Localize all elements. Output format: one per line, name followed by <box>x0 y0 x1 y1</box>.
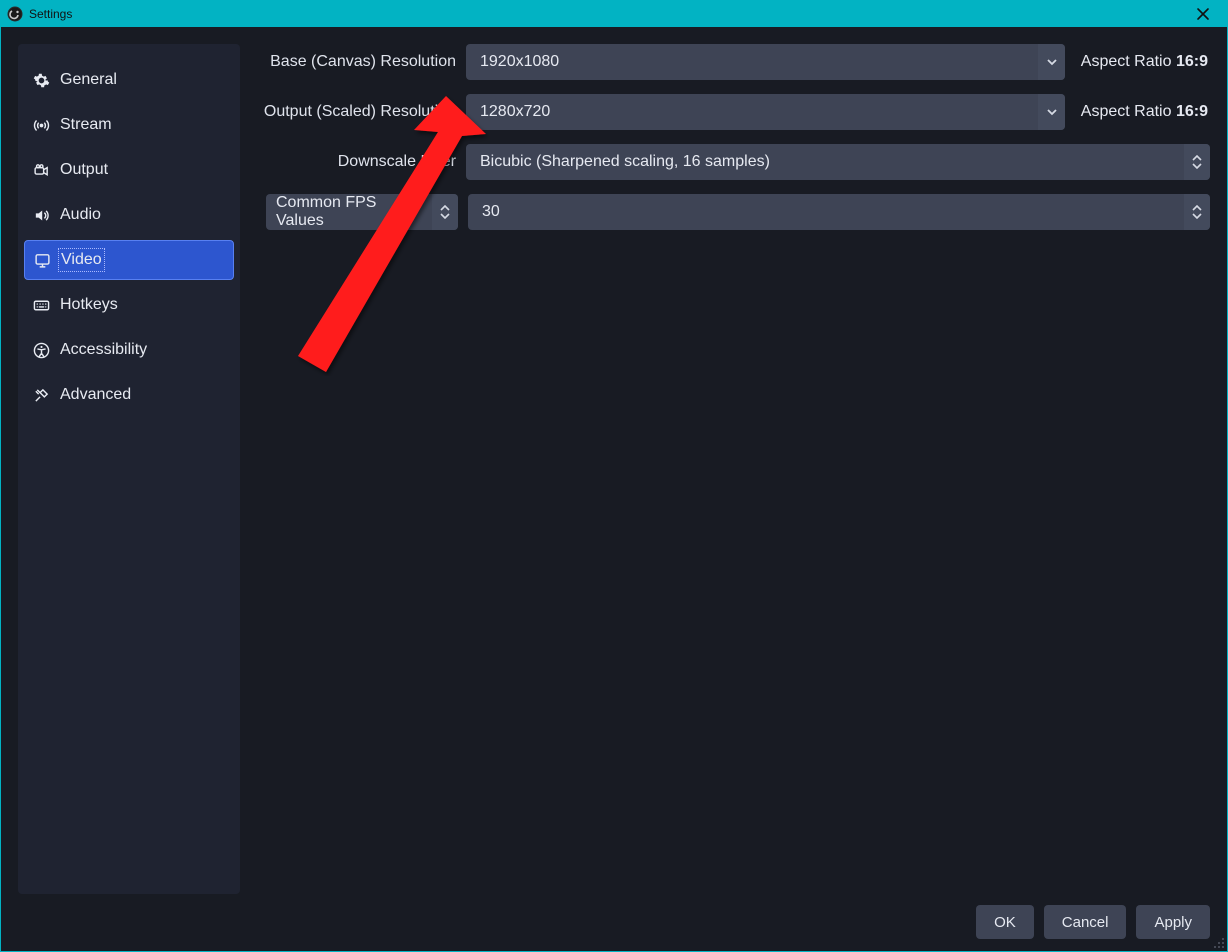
label-output-resolution: Output (Scaled) Resolution <box>256 103 456 121</box>
cancel-button[interactable]: Cancel <box>1044 905 1127 939</box>
sidebar-item-accessibility[interactable]: Accessibility <box>24 330 234 370</box>
fps-value-combo[interactable]: 30 <box>468 194 1210 230</box>
downscale-filter-value: Bicubic (Sharpened scaling, 16 samples) <box>466 153 1184 171</box>
sidebar-item-label: General <box>60 71 117 89</box>
gear-icon <box>32 72 50 89</box>
accessibility-icon <box>32 342 50 359</box>
updown-stepper-icon[interactable] <box>1184 194 1210 230</box>
sidebar-item-label: Audio <box>60 206 101 224</box>
sidebar-item-stream[interactable]: Stream <box>24 105 234 145</box>
sidebar-item-label: Advanced <box>60 386 131 404</box>
sidebar-item-label: Hotkeys <box>60 296 118 314</box>
titlebar: Settings <box>1 1 1227 27</box>
base-aspect-ratio: Aspect Ratio 16:9 <box>1075 53 1210 71</box>
downscale-filter-combo[interactable]: Bicubic (Sharpened scaling, 16 samples) <box>466 144 1210 180</box>
chevron-down-icon[interactable] <box>1038 94 1065 130</box>
updown-stepper-icon[interactable] <box>432 194 458 230</box>
sidebar-item-audio[interactable]: Audio <box>24 195 234 235</box>
sidebar-item-video[interactable]: Video <box>24 240 234 280</box>
obs-app-icon <box>7 6 23 22</box>
window-close-button[interactable] <box>1185 3 1221 25</box>
base-resolution-value: 1920x1080 <box>466 53 1038 71</box>
tools-icon <box>32 387 50 404</box>
fps-value: 30 <box>468 203 1184 221</box>
row-downscale-filter: Downscale Filter Bicubic (Sharpened scal… <box>256 144 1210 180</box>
window-title: Settings <box>29 7 72 21</box>
chevron-down-icon[interactable] <box>1038 44 1065 80</box>
row-base-resolution: Base (Canvas) Resolution 1920x1080 Aspec… <box>256 44 1210 80</box>
dialog-footer: OK Cancel Apply <box>2 894 1226 950</box>
speaker-icon <box>32 207 50 224</box>
label-base-resolution: Base (Canvas) Resolution <box>256 53 456 71</box>
sidebar-item-label: Video <box>61 251 102 269</box>
sidebar-item-output[interactable]: Output <box>24 150 234 190</box>
base-resolution-combo[interactable]: 1920x1080 <box>466 44 1065 80</box>
output-aspect-ratio: Aspect Ratio 16:9 <box>1075 103 1210 121</box>
sidebar-item-label: Accessibility <box>60 341 147 359</box>
sidebar-item-hotkeys[interactable]: Hotkeys <box>24 285 234 325</box>
settings-content: Base (Canvas) Resolution 1920x1080 Aspec… <box>256 44 1210 894</box>
ok-button[interactable]: OK <box>976 905 1034 939</box>
fps-type-combo[interactable]: Common FPS Values <box>266 194 458 230</box>
output-resolution-combo[interactable]: 1280x720 <box>466 94 1065 130</box>
fps-type-value: Common FPS Values <box>266 194 432 230</box>
output-resolution-value: 1280x720 <box>466 103 1038 121</box>
updown-stepper-icon[interactable] <box>1184 144 1210 180</box>
sidebar-item-label: Output <box>60 161 108 179</box>
camcorder-icon <box>32 162 50 179</box>
apply-button[interactable]: Apply <box>1136 905 1210 939</box>
label-downscale-filter: Downscale Filter <box>256 153 456 171</box>
settings-sidebar: General Stream Output Audio <box>18 44 240 894</box>
resize-grip-icon[interactable] <box>1213 937 1225 949</box>
sidebar-item-label: Stream <box>60 116 112 134</box>
antenna-icon <box>32 117 50 134</box>
row-output-resolution: Output (Scaled) Resolution 1280x720 Aspe… <box>256 94 1210 130</box>
sidebar-item-advanced[interactable]: Advanced <box>24 375 234 415</box>
sidebar-item-general[interactable]: General <box>24 60 234 100</box>
row-fps: Common FPS Values 30 <box>256 194 1210 230</box>
monitor-icon <box>33 252 51 269</box>
keyboard-icon <box>32 297 50 314</box>
